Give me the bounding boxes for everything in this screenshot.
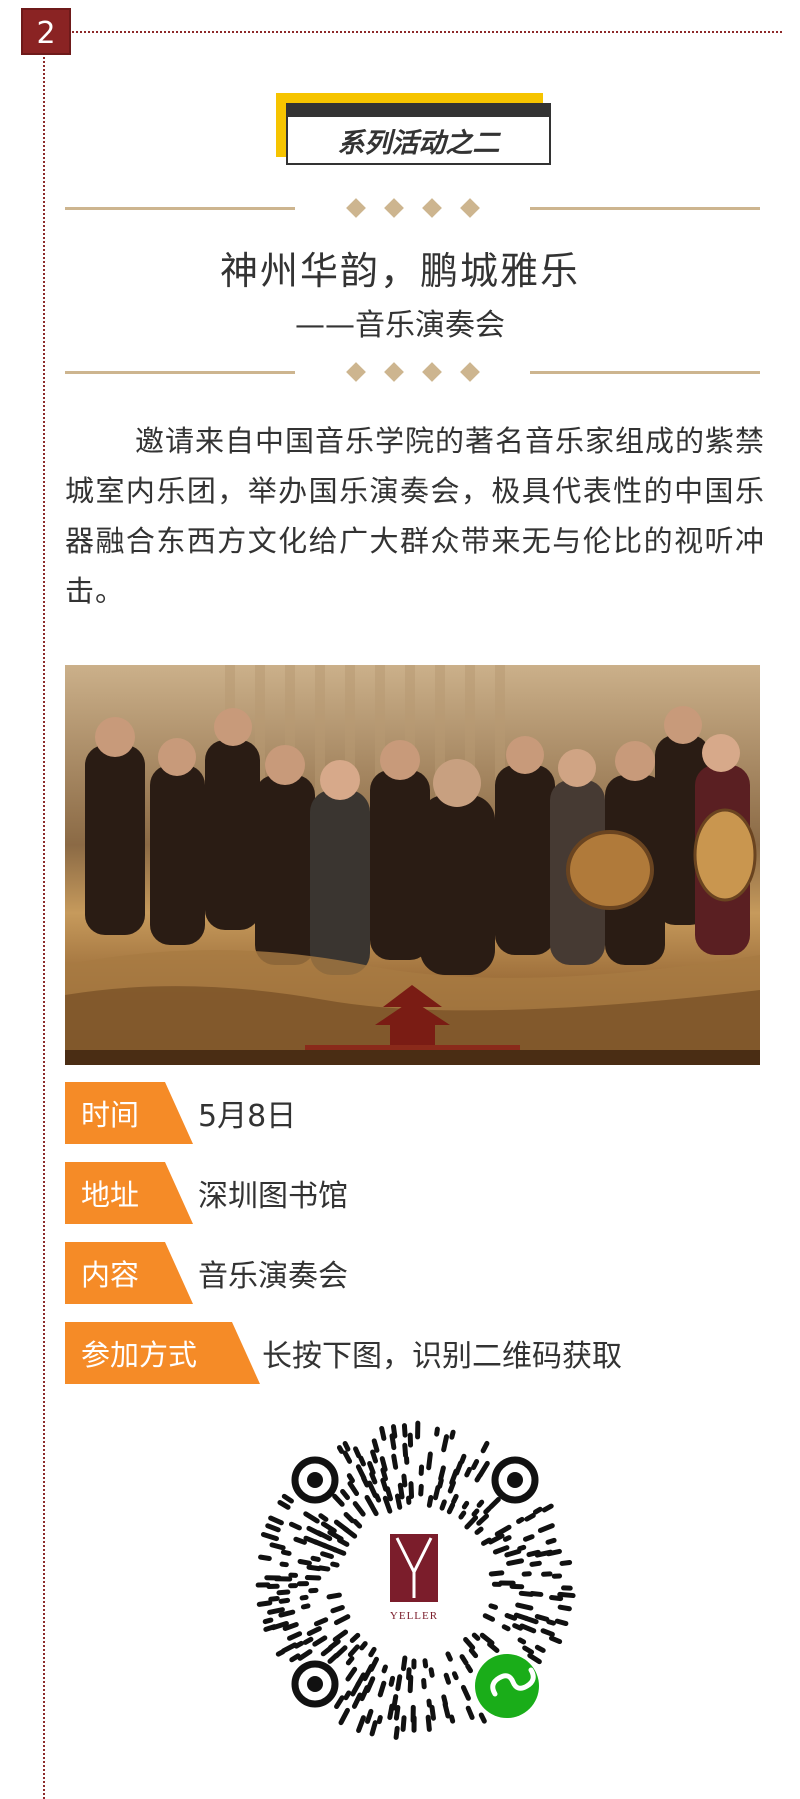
info-value-content: 音乐演奏会	[198, 1259, 348, 1294]
ornament-divider-bottom	[65, 362, 760, 382]
info-row-address: 地址 深圳图书馆	[65, 1162, 348, 1224]
tag-text: 系列活动之二	[337, 127, 500, 159]
event-subtitle: ——音乐演奏会	[295, 308, 505, 343]
info-value-join: 长按下图，识别二维码获取	[262, 1339, 622, 1374]
orchestra-photo	[65, 665, 760, 1065]
info-label-join: 参加方式	[65, 1322, 260, 1384]
mini-program-qr-code[interactable]: YELLER	[245, 1412, 585, 1752]
tag-box: 系列活动之二	[286, 103, 551, 165]
mini-program-icon	[475, 1654, 539, 1718]
qr-logo-text: YELLER	[390, 1610, 438, 1622]
info-value-time: 5月8日	[198, 1099, 297, 1134]
info-label-address: 地址	[65, 1162, 193, 1224]
top-dotted-rule	[72, 31, 782, 33]
info-row-join: 参加方式 长按下图，识别二维码获取	[65, 1322, 622, 1384]
series-tag: 系列活动之二	[276, 93, 552, 173]
info-label-content: 内容	[65, 1242, 193, 1304]
intro-paragraph: 邀请来自中国音乐学院的著名音乐家组成的紫禁城室内乐团，举办国乐演奏会，极具代表性…	[65, 424, 766, 608]
info-row-time: 时间 5月8日	[65, 1082, 296, 1144]
section-number-badge: 2	[21, 8, 71, 55]
info-value-address: 深圳图书馆	[198, 1179, 348, 1214]
info-label-time: 时间	[65, 1082, 193, 1144]
ornament-divider-top	[65, 198, 760, 218]
info-row-content: 内容 音乐演奏会	[65, 1242, 348, 1304]
event-title: 神州华韵，鹏城雅乐	[219, 249, 580, 293]
